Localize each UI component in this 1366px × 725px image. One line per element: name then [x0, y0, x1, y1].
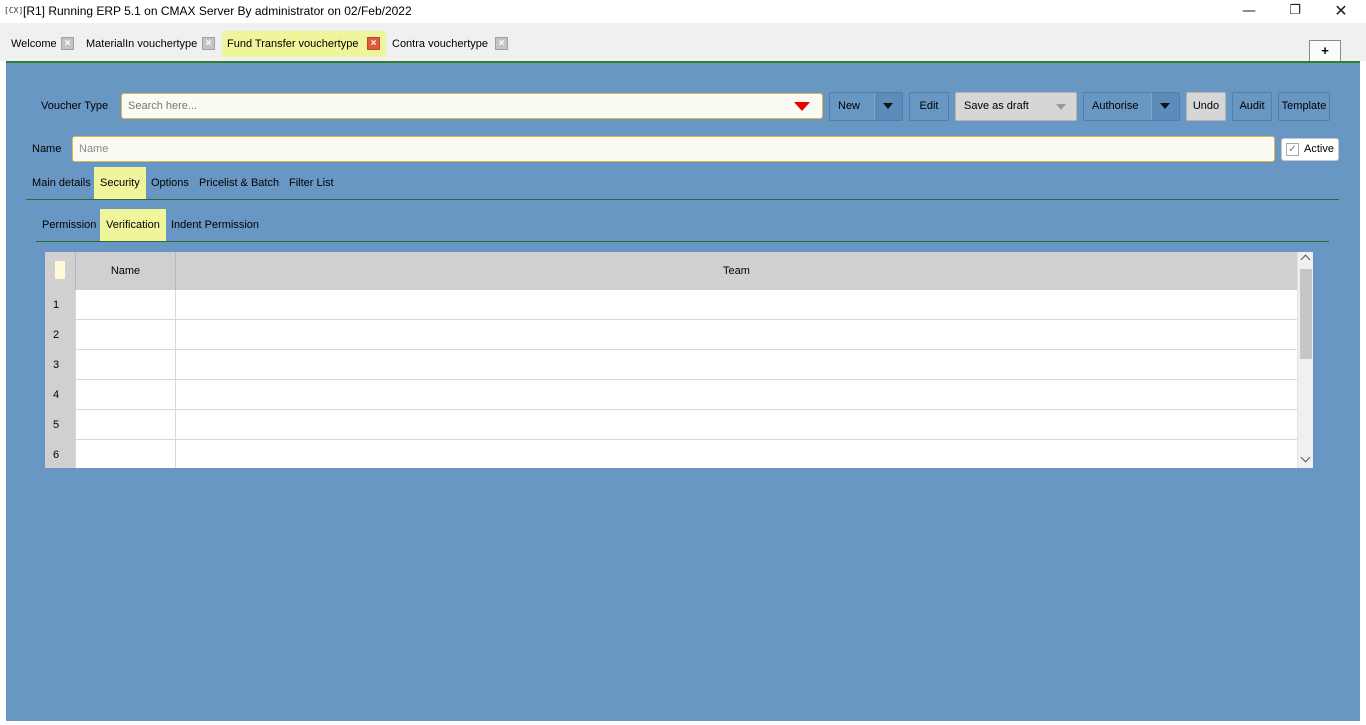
tab-main-details[interactable]: Main details [26, 167, 97, 199]
cell-team[interactable] [175, 410, 1297, 440]
tab-materialin-vouchertype[interactable]: MaterialIn vouchertype × [81, 31, 217, 57]
add-tab-button[interactable]: + [1309, 40, 1341, 62]
voucher-type-search [121, 93, 823, 119]
save-as-draft-label: Save as draft [964, 100, 1029, 112]
chevron-down-icon [1056, 104, 1066, 110]
grid-header: Name Team [45, 252, 1297, 290]
new-button[interactable]: New [829, 92, 903, 121]
new-dropdown-button[interactable] [874, 93, 902, 120]
name-input[interactable] [73, 137, 1263, 161]
authorise-button[interactable]: Authorise [1083, 92, 1180, 121]
name-field [72, 136, 1275, 162]
cell-team[interactable] [175, 440, 1297, 468]
tab-permission[interactable]: Permission [36, 209, 102, 241]
app-icon: [CX] [4, 6, 24, 15]
tab-indent-permission[interactable]: Indent Permission [165, 209, 265, 241]
table-row: 5 [45, 410, 1297, 440]
active-label: Active [1304, 143, 1334, 155]
cell-name[interactable] [75, 440, 175, 468]
verification-grid: Name Team 1 2 3 4 5 6 [45, 252, 1313, 468]
security-tabs-divider [36, 241, 1329, 242]
cell-name[interactable] [75, 410, 175, 440]
dropdown-arrow-icon[interactable] [794, 102, 810, 111]
audit-button[interactable]: Audit [1232, 92, 1272, 121]
chevron-down-icon [1160, 103, 1170, 109]
template-button[interactable]: Template [1278, 92, 1330, 121]
cell-team[interactable] [175, 320, 1297, 350]
column-header-team[interactable]: Team [175, 252, 1297, 290]
close-tab-icon[interactable]: × [61, 37, 74, 50]
tab-fund-transfer-vouchertype[interactable]: Fund Transfer vouchertype × [222, 31, 386, 57]
row-number: 6 [45, 440, 75, 468]
table-row: 2 [45, 320, 1297, 350]
scrollbar-thumb[interactable] [1300, 269, 1312, 359]
active-checkbox[interactable]: ✓ Active [1281, 138, 1339, 161]
row-number: 2 [45, 320, 75, 350]
tab-options[interactable]: Options [145, 167, 195, 199]
maximize-button[interactable]: ❐ [1272, 0, 1318, 23]
chevron-down-icon [883, 103, 893, 109]
row-number: 1 [45, 290, 75, 320]
name-label: Name [32, 143, 62, 155]
tab-contra-vouchertype[interactable]: Contra vouchertype × [387, 31, 513, 57]
grid-vertical-scrollbar[interactable] [1297, 252, 1313, 468]
table-row: 6 [45, 440, 1297, 468]
checkbox-check-icon: ✓ [1286, 143, 1299, 156]
table-row: 1 [45, 290, 1297, 320]
cell-name[interactable] [75, 380, 175, 410]
scroll-up-icon[interactable] [1300, 254, 1311, 265]
row-number: 3 [45, 350, 75, 380]
cell-name[interactable] [75, 290, 175, 320]
close-tab-icon[interactable]: × [202, 37, 215, 50]
close-window-button[interactable]: ✕ [1318, 0, 1364, 23]
row-number: 4 [45, 380, 75, 410]
close-tab-icon[interactable]: × [367, 37, 380, 50]
authorise-dropdown-button[interactable] [1151, 93, 1179, 120]
row-number: 5 [45, 410, 75, 440]
edit-button[interactable]: Edit [909, 92, 949, 121]
cell-team[interactable] [175, 350, 1297, 380]
cell-name[interactable] [75, 350, 175, 380]
table-row: 3 [45, 350, 1297, 380]
close-tab-icon[interactable]: × [495, 37, 508, 50]
column-header-name[interactable]: Name [75, 252, 175, 290]
title-bar: [CX] [R1] Running ERP 5.1 on CMAX Server… [0, 0, 1366, 23]
cell-team[interactable] [175, 290, 1297, 320]
main-workspace: Voucher Type New Edit Save as draft Auth… [6, 61, 1360, 721]
voucher-type-search-input[interactable] [122, 94, 772, 118]
authorise-label: Authorise [1092, 100, 1139, 112]
tab-label: Welcome [11, 38, 57, 50]
tab-label: MaterialIn vouchertype [86, 38, 198, 50]
select-all-cell[interactable] [55, 261, 65, 279]
document-tab-strip: Welcome × MaterialIn vouchertype × Fund … [0, 23, 1366, 61]
new-button-label: New [838, 100, 861, 112]
scroll-down-icon[interactable] [1300, 452, 1311, 463]
tab-security[interactable]: Security [94, 167, 146, 199]
tab-label: Fund Transfer vouchertype [227, 38, 359, 50]
voucher-type-label: Voucher Type [41, 100, 109, 112]
tab-filter-list[interactable]: Filter List [283, 167, 340, 199]
cell-team[interactable] [175, 380, 1297, 410]
section-tabs-divider [26, 199, 1339, 200]
tab-label: Contra vouchertype [392, 38, 488, 50]
table-row: 4 [45, 380, 1297, 410]
undo-button[interactable]: Undo [1186, 92, 1226, 121]
minimize-button[interactable]: — [1226, 0, 1272, 23]
window-title: [R1] Running ERP 5.1 on CMAX Server By a… [23, 4, 412, 18]
tab-pricelist-batch[interactable]: Pricelist & Batch [193, 167, 285, 199]
tab-verification[interactable]: Verification [100, 209, 166, 241]
cell-name[interactable] [75, 320, 175, 350]
tab-welcome[interactable]: Welcome × [6, 31, 76, 57]
save-as-draft-button[interactable]: Save as draft [955, 92, 1077, 121]
